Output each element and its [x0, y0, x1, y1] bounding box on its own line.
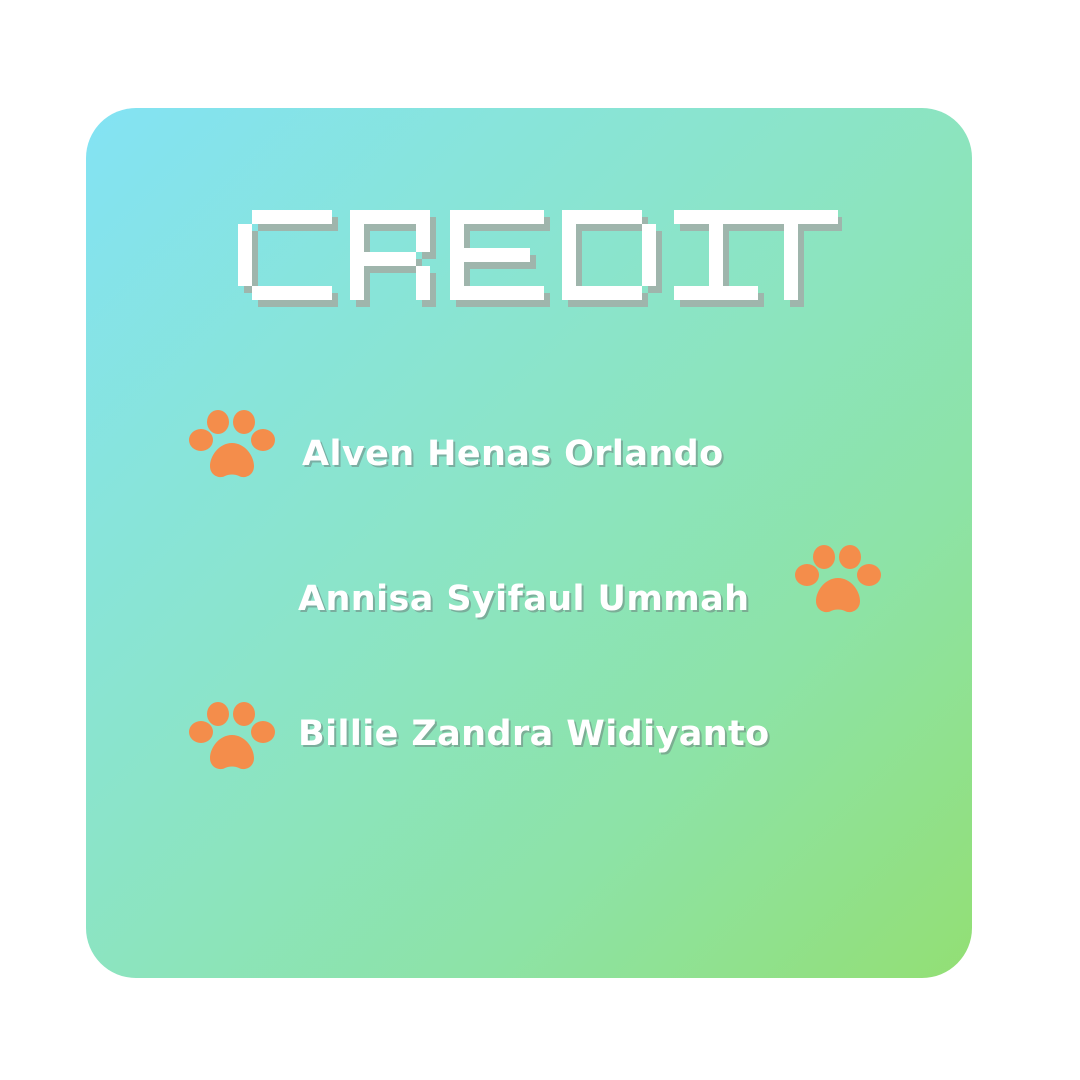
credit-name-2: Annisa Syifaul Ummah: [298, 579, 750, 619]
credit-name-1: Alven Henas Orlando: [302, 434, 724, 474]
paw-print-icon: [186, 702, 278, 772]
credit-title-art: [238, 210, 842, 307]
credit-title: [238, 210, 842, 310]
paw-print-icon: [186, 410, 278, 480]
credit-name-3: Billie Zandra Widiyanto: [298, 714, 770, 754]
paw-print-icon: [792, 545, 884, 615]
